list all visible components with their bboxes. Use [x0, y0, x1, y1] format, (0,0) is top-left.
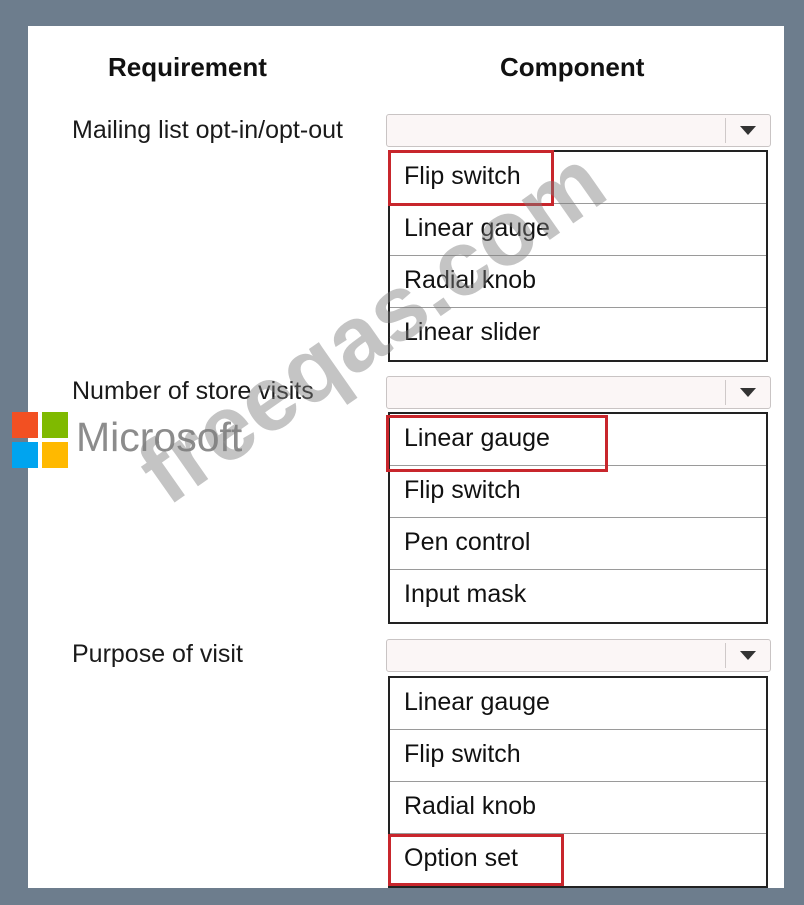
requirement-label: Number of store visits [72, 377, 314, 405]
component-dropdown[interactable] [386, 376, 771, 409]
option-item[interactable]: Pen control [390, 518, 766, 570]
option-item[interactable]: Option set [390, 834, 766, 886]
chevron-down-icon[interactable] [740, 388, 756, 397]
chevron-down-icon[interactable] [740, 126, 756, 135]
logo-square-red [12, 412, 38, 438]
option-item[interactable]: Radial knob [390, 782, 766, 834]
options-list: Flip switch Linear gauge Radial knob Lin… [388, 150, 768, 362]
option-item[interactable]: Flip switch [390, 466, 766, 518]
logo-square-yellow [42, 442, 68, 468]
option-item[interactable]: Linear gauge [390, 204, 766, 256]
option-item[interactable]: Linear gauge [390, 678, 766, 730]
logo-square-green [42, 412, 68, 438]
component-header: Component [500, 52, 645, 82]
component-dropdown[interactable] [386, 114, 771, 147]
dropdown-separator [725, 118, 726, 143]
component-dropdown[interactable] [386, 639, 771, 672]
logo-square-blue [12, 442, 38, 468]
option-item[interactable]: Linear gauge [390, 414, 766, 466]
requirement-label: Mailing list opt-in/opt-out [72, 116, 343, 144]
dropdown-separator [725, 380, 726, 405]
microsoft-logo-text: Microsoft [76, 414, 243, 460]
requirement-header: Requirement [108, 52, 267, 82]
option-item[interactable]: Linear slider [390, 308, 766, 360]
chevron-down-icon[interactable] [740, 651, 756, 660]
dropdown-separator [725, 643, 726, 668]
option-item[interactable]: Flip switch [390, 730, 766, 782]
options-list: Linear gauge Flip switch Pen control Inp… [388, 412, 768, 624]
requirement-label: Purpose of visit [72, 640, 243, 668]
option-item[interactable]: Radial knob [390, 256, 766, 308]
options-list: Linear gauge Flip switch Radial knob Opt… [388, 676, 768, 888]
option-item[interactable]: Flip switch [390, 152, 766, 204]
screenshot-frame: Requirement Component Mailing list opt-i… [0, 0, 804, 905]
option-item[interactable]: Input mask [390, 570, 766, 622]
